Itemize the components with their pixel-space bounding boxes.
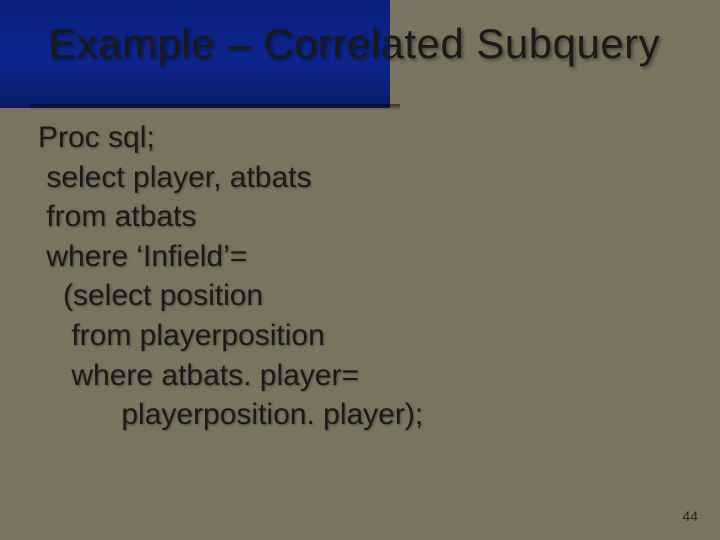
code-block: Proc sql; select player, atbats from atb…: [38, 118, 690, 435]
banner-shadow: [30, 104, 400, 110]
code-line: where ‘Infield’=: [38, 237, 690, 277]
code-line: from atbats: [38, 197, 690, 237]
code-line: Proc sql;: [38, 118, 690, 158]
slide-title: Example – Correlated Subquery: [48, 20, 700, 68]
code-line: from playerposition: [38, 316, 690, 356]
code-line: playerposition. player);: [38, 395, 690, 435]
slide-number: 44: [682, 508, 698, 524]
code-line: (select position: [38, 276, 690, 316]
code-line: where atbats. player=: [38, 356, 690, 396]
code-line: select player, atbats: [38, 158, 690, 198]
